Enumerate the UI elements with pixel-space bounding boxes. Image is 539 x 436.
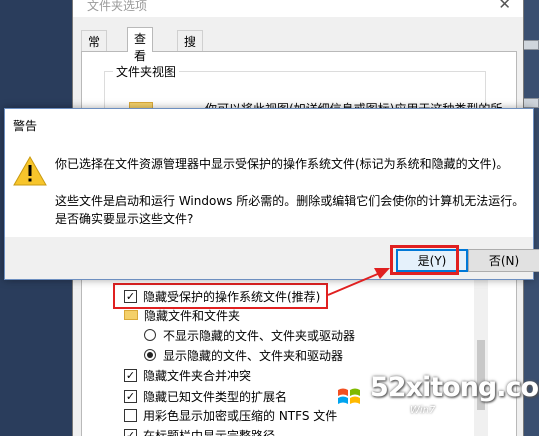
- list-item-label: 隐藏已知文件类型的扩展名: [143, 389, 288, 404]
- dialog-title: 警告: [13, 119, 38, 133]
- folder-icon: [124, 310, 138, 320]
- list-item-hide-merge-conflicts[interactable]: ✓ 隐藏文件夹合并冲突: [124, 365, 251, 385]
- dialog-message-line3: 是否确实要显示这些文件?: [55, 212, 194, 226]
- radio-button[interactable]: [144, 349, 156, 361]
- list-item-hide-extensions[interactable]: ✓ 隐藏已知文件类型的扩展名: [124, 386, 287, 406]
- checkbox[interactable]: ✓: [124, 428, 137, 436]
- list-item-label: 不显示隐藏的文件、文件夹或驱动器: [163, 328, 356, 343]
- checkbox[interactable]: [124, 408, 137, 422]
- watermark-text: 52xitong.com: [370, 372, 539, 403]
- checkbox[interactable]: ✓: [124, 389, 137, 403]
- close-icon[interactable]: ✕: [498, 0, 511, 13]
- annotation-highlight-box: [113, 283, 328, 309]
- list-item-label: 在标题栏中显示完整路径: [143, 428, 276, 436]
- checkbox[interactable]: ✓: [124, 368, 137, 382]
- dialog-message-line2: 这些文件是启动和运行 Windows 所必需的。删除或编辑它们会使你的计算机无法…: [55, 194, 525, 208]
- dialog-titlebar: 警告: [5, 109, 533, 139]
- warning-icon: [13, 156, 47, 186]
- list-item-show-hidden[interactable]: 显示隐藏的文件、文件夹和驱动器: [144, 345, 343, 365]
- tab-general[interactable]: 常规: [81, 30, 108, 66]
- dialog-message-line1: 你已选择在文件资源管理器中显示受保护的操作系统文件(标记为系统和隐藏的文件)。: [55, 157, 509, 171]
- annotation-button-box: [390, 245, 459, 275]
- tab-view[interactable]: 查看: [127, 27, 154, 63]
- list-item-full-path[interactable]: ✓ 在标题栏中显示完整路径: [124, 425, 275, 436]
- radio-button[interactable]: [144, 329, 156, 341]
- list-item-label: 显示隐藏的文件、文件夹和驱动器: [163, 348, 344, 363]
- windows-logo-watermark: [332, 380, 366, 414]
- folder-options-titlebar: 文件夹选项 ✕: [73, 0, 523, 17]
- list-item-label: 隐藏文件夹合并冲突: [143, 368, 252, 383]
- list-item-dont-show-hidden[interactable]: 不显示隐藏的文件、文件夹或驱动器: [144, 325, 355, 345]
- list-item-label: 隐藏文件和文件夹: [144, 308, 241, 323]
- watermark-subtext: Win7: [410, 405, 436, 416]
- list-scrollbar[interactable]: [474, 280, 488, 436]
- tab-search[interactable]: 搜索: [177, 30, 204, 66]
- folder-views-label: 文件夹视图: [113, 63, 180, 80]
- list-item-label: 用彩色显示加密或压缩的 NTFS 文件: [143, 408, 338, 423]
- folder-options-title: 文件夹选项: [87, 0, 148, 13]
- no-button[interactable]: 否(N): [468, 249, 539, 272]
- list-item-color-ntfs[interactable]: 用彩色显示加密或压缩的 NTFS 文件: [124, 405, 337, 425]
- dialog-body: 你已选择在文件资源管理器中显示受保护的操作系统文件(标记为系统和隐藏的文件)。 …: [5, 139, 533, 237]
